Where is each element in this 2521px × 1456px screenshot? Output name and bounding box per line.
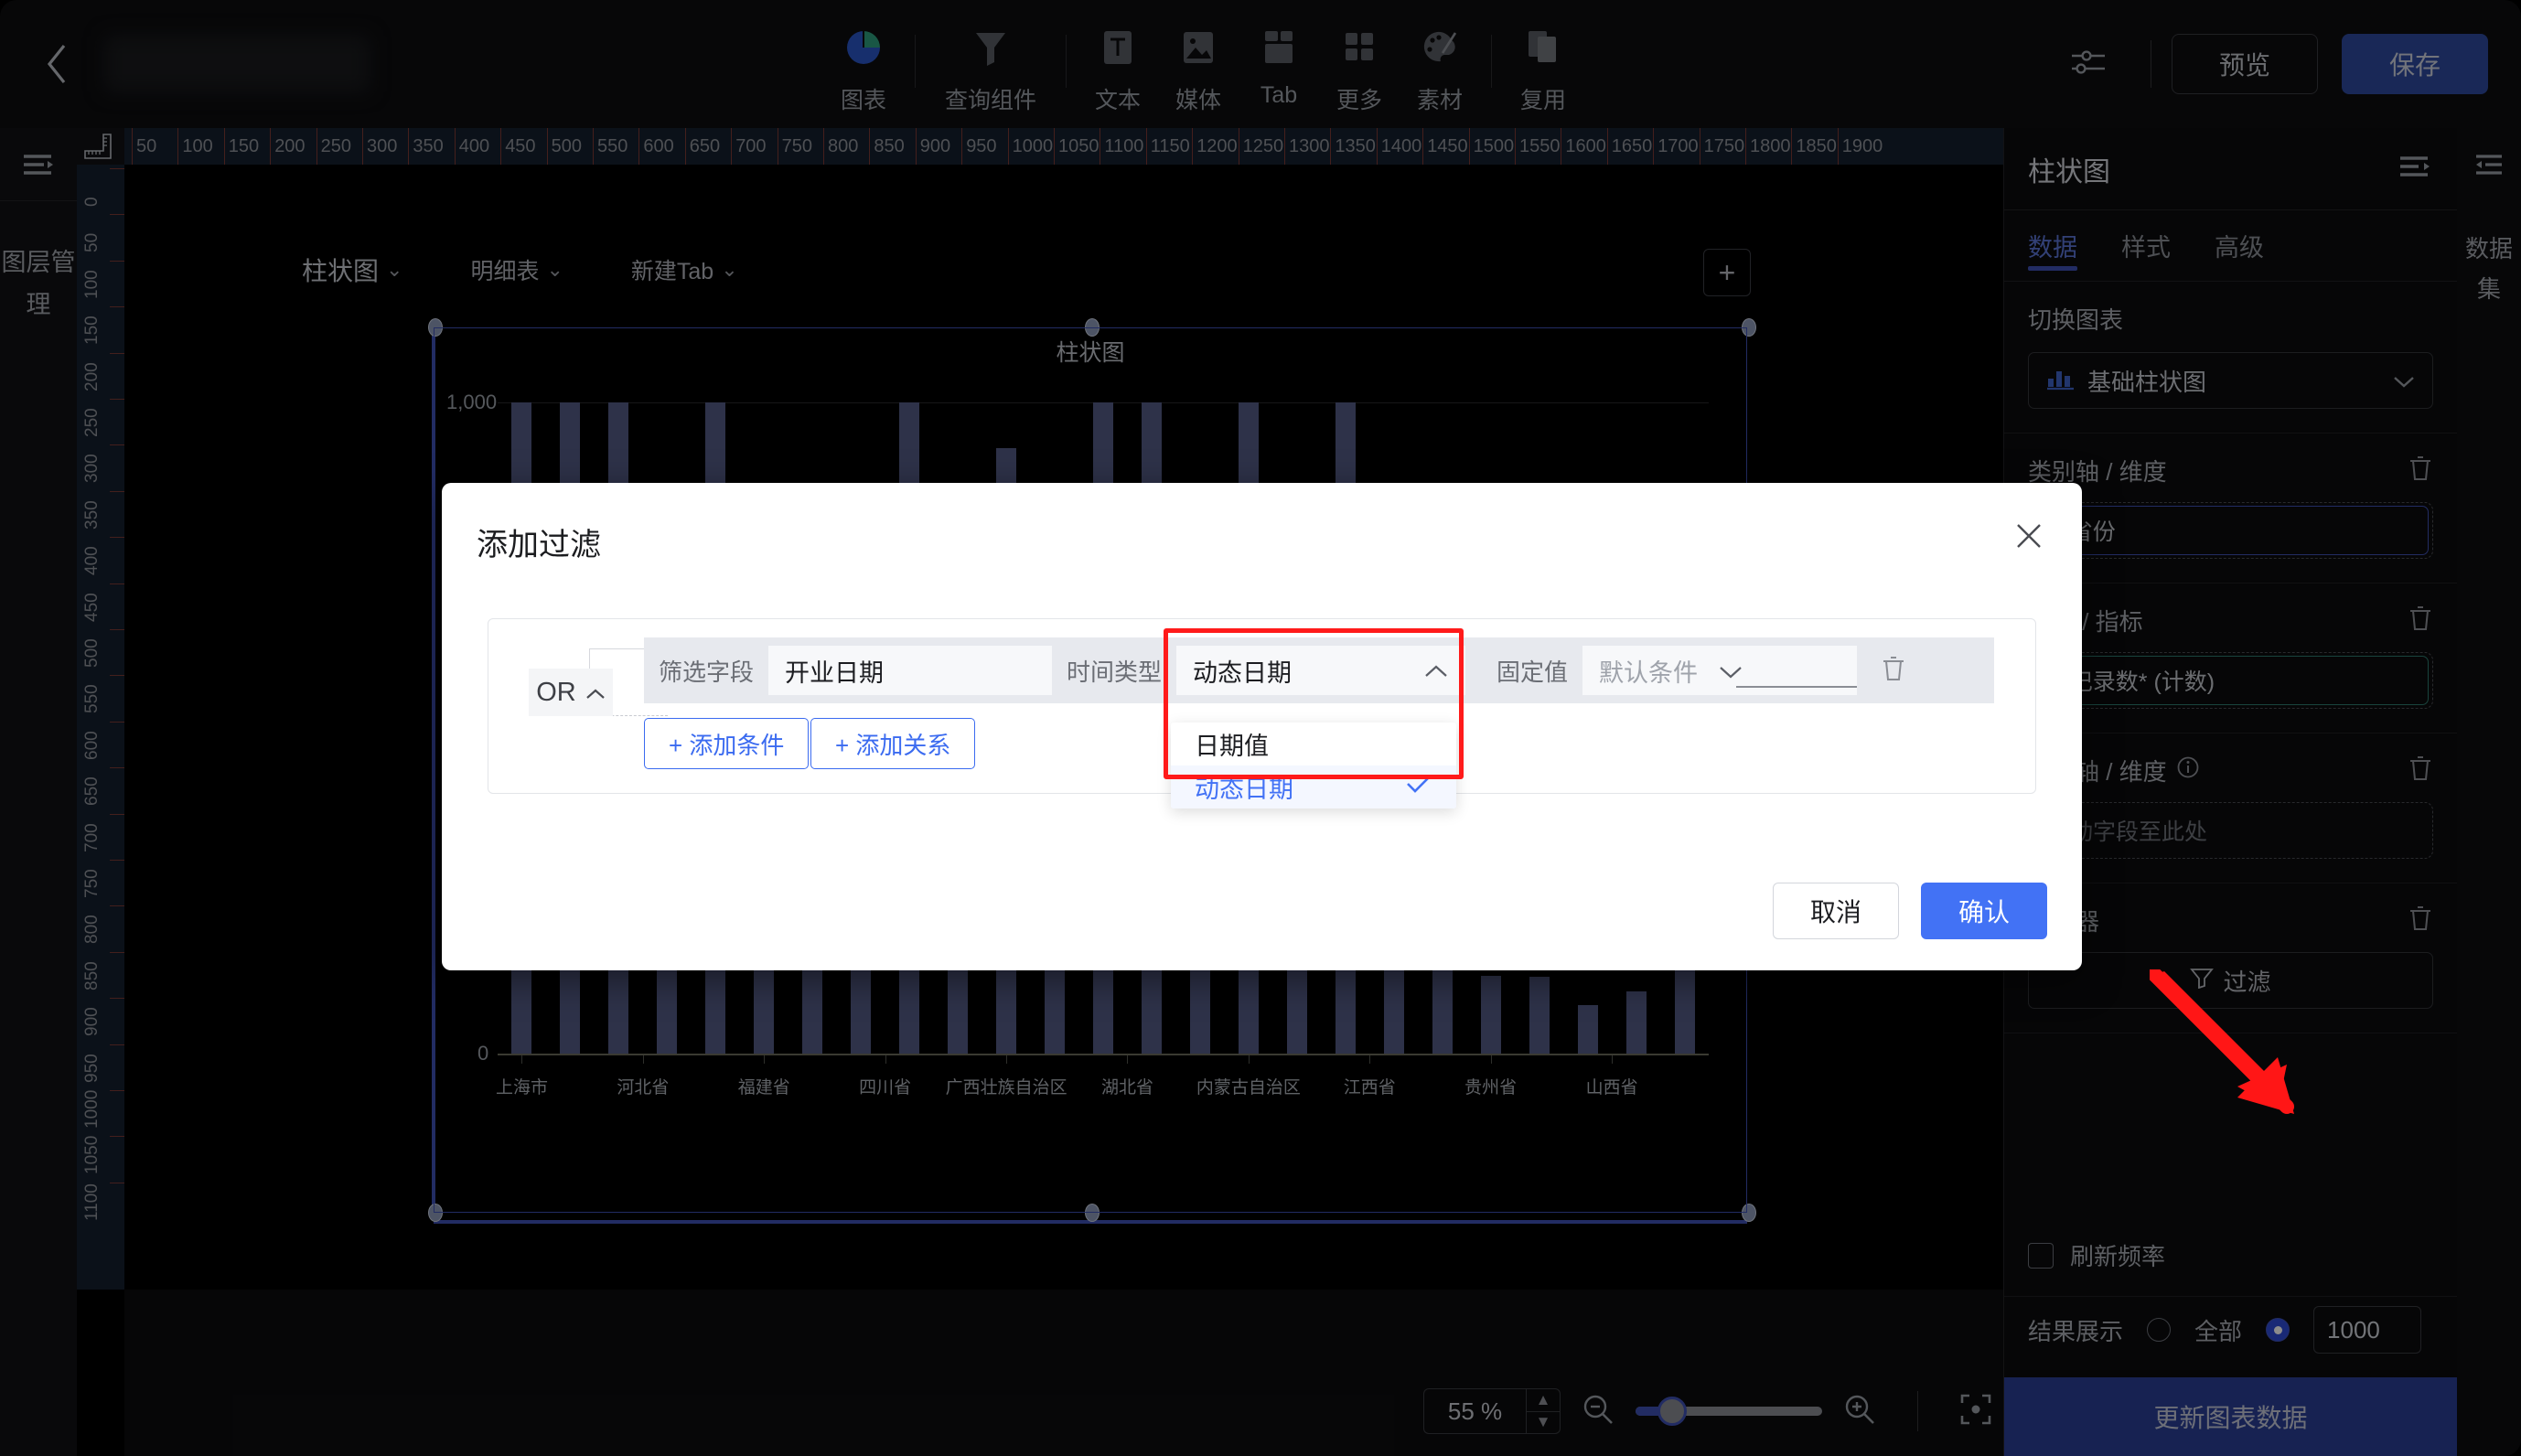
check-icon xyxy=(1405,773,1432,801)
caret-up-icon xyxy=(585,678,606,708)
time-type-dropdown[interactable]: 日期值 动态日期 xyxy=(1171,723,1456,808)
add-condition-button[interactable]: + 添加条件 xyxy=(644,718,810,769)
dialog-title: 添加过滤 xyxy=(477,528,601,562)
dropdown-option-dynamic-date[interactable]: 动态日期 xyxy=(1171,765,1456,808)
dropdown-option-label: 动态日期 xyxy=(1195,776,1293,803)
trash-icon[interactable] xyxy=(1857,655,1906,687)
logic-operator-label: OR xyxy=(536,677,576,707)
field-select-label: 筛选字段 xyxy=(659,658,755,686)
logic-operator-toggle[interactable]: OR xyxy=(529,669,613,716)
fixed-value-label: 固定值 xyxy=(1497,658,1569,686)
fixed-value-select[interactable]: 默认条件 xyxy=(1582,646,1858,695)
caret-up-icon xyxy=(1423,657,1449,685)
filter-field-input[interactable]: 开业日期 xyxy=(768,646,1053,695)
fixed-value-underline xyxy=(1736,686,1858,688)
time-type-value: 动态日期 xyxy=(1193,658,1293,687)
filter-condition-row: 筛选字段 开业日期 时间类型 动态日期 固定值 默认条件 xyxy=(644,637,1994,703)
add-relation-button[interactable]: + 添加关系 xyxy=(810,718,976,769)
dropdown-option-date-value[interactable]: 日期值 xyxy=(1171,723,1456,765)
confirm-button[interactable]: 确认 xyxy=(1921,883,2047,939)
caret-down-icon xyxy=(1718,657,1743,685)
app-root: 图表 查询组件 文本 媒体 Tab 更多 素材 复用 预览 保存 图层管理 50… xyxy=(0,0,2521,1456)
cancel-button[interactable]: 取消 xyxy=(1773,883,1899,939)
time-type-label: 时间类型 xyxy=(1067,658,1163,686)
dialog-footer: 取消 确认 xyxy=(1773,883,2047,939)
close-icon[interactable] xyxy=(2007,514,2051,558)
fixed-value-placeholder: 默认条件 xyxy=(1599,658,1699,687)
annotation-arrow-icon xyxy=(2150,969,2294,1114)
time-type-select[interactable]: 动态日期 xyxy=(1176,646,1466,695)
